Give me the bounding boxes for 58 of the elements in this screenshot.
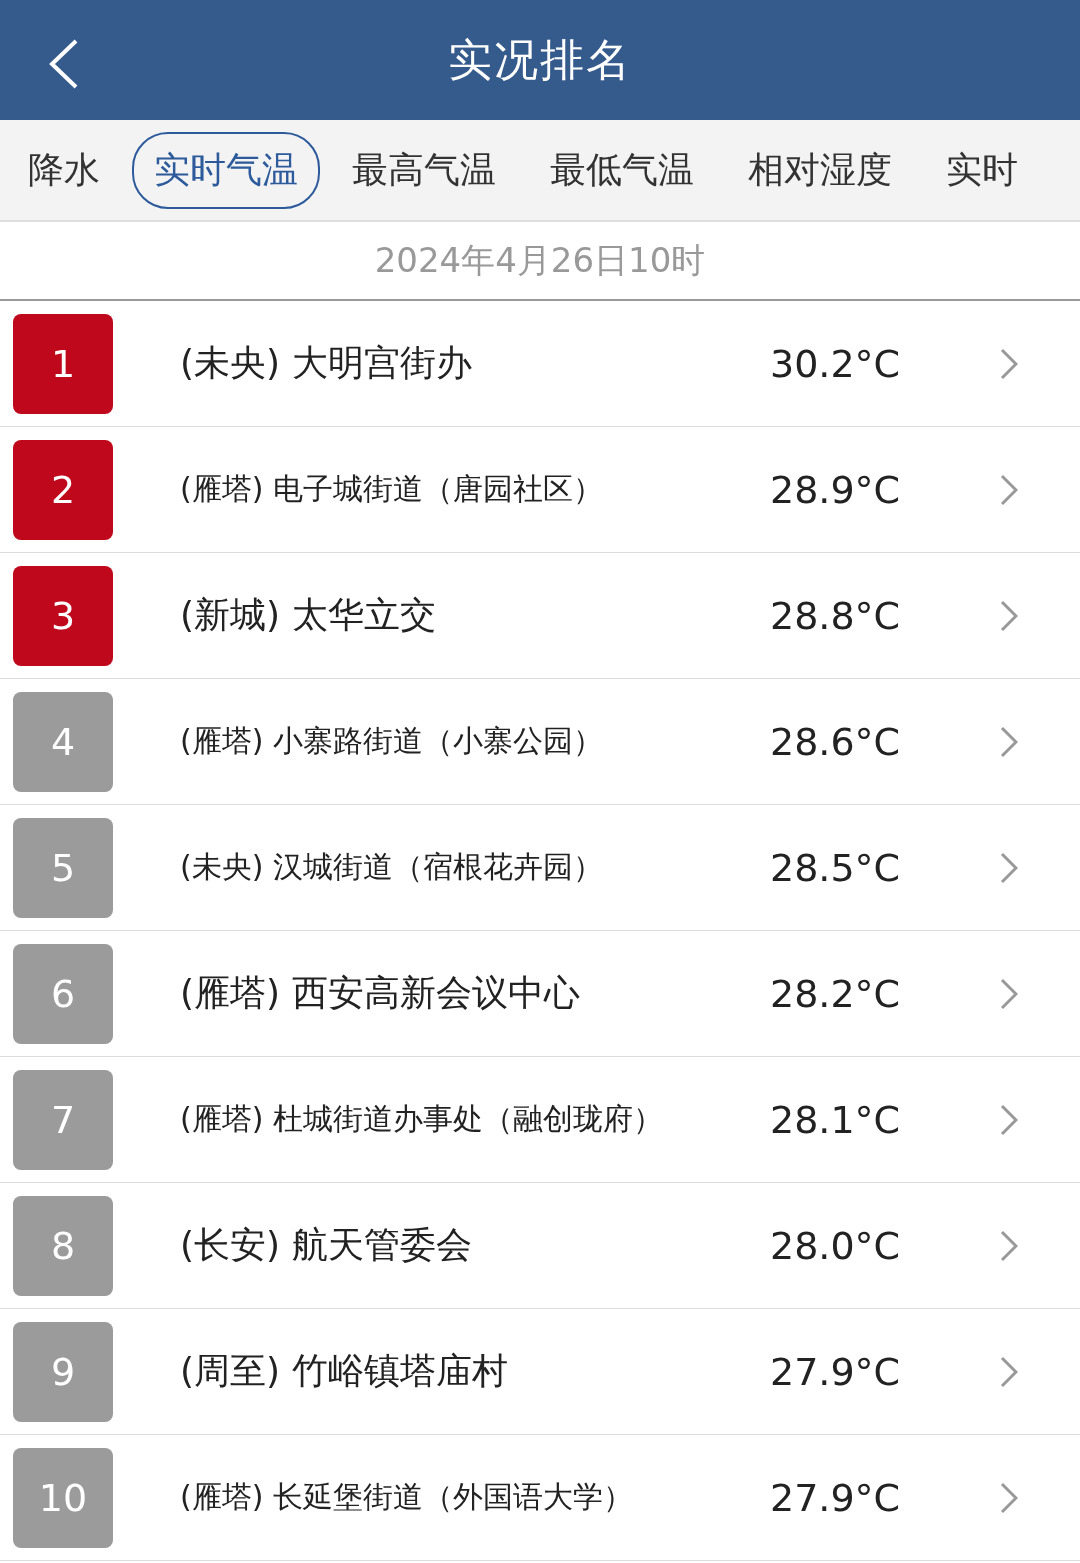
tab[interactable]: 最低气温 <box>528 131 716 209</box>
station-name: (雁塔) 长延堡街道（外国语大学） <box>180 1478 634 1516</box>
tab[interactable]: 最高气温 <box>330 131 518 209</box>
chevron-right-icon <box>1000 599 1018 632</box>
temperature-value: 28.8°C <box>770 593 902 638</box>
page-title: 实况排名 <box>448 32 632 87</box>
tab[interactable]: 实时气温 <box>132 131 320 209</box>
tab[interactable]: 相对湿度 <box>726 131 914 209</box>
ranking-row[interactable]: 3 (新城) 太华立交 28.8°C <box>0 553 1080 679</box>
ranking-row[interactable]: 2 (雁塔) 电子城街道（唐园社区） 28.9°C <box>0 427 1080 553</box>
rank-badge: 10 <box>13 1447 113 1548</box>
temperature-value: 27.9°C <box>770 1349 902 1394</box>
ranking-row[interactable]: 6 (雁塔) 西安高新会议中心 28.2°C <box>0 931 1080 1057</box>
ranking-row[interactable]: 9 (周至) 竹峪镇塔庙村 27.9°C <box>0 1309 1080 1435</box>
date-label: 2024年4月26日10时 <box>374 238 706 282</box>
chevron-right-icon <box>1000 1481 1018 1514</box>
rank-badge: 9 <box>13 1321 113 1422</box>
rank-badge: 1 <box>13 313 113 414</box>
station-name: (雁塔) 西安高新会议中心 <box>180 971 581 1015</box>
temperature-value: 30.2°C <box>770 341 902 386</box>
chevron-right-icon <box>1000 473 1018 506</box>
chevron-right-icon <box>1000 977 1018 1010</box>
temperature-value: 27.9°C <box>770 1475 902 1520</box>
temperature-value: 28.5°C <box>770 845 902 890</box>
station-name: (未央) 汉城街道（宿根花卉园） <box>180 848 604 886</box>
ranking-row[interactable]: 4 (雁塔) 小寨路街道（小寨公园） 28.6°C <box>0 679 1080 805</box>
chevron-right-icon <box>1000 1229 1018 1262</box>
temperature-value: 28.1°C <box>770 1097 902 1142</box>
rank-badge: 6 <box>13 943 113 1044</box>
chevron-right-icon <box>1000 851 1018 884</box>
ranking-row[interactable]: 10 (雁塔) 长延堡街道（外国语大学） 27.9°C <box>0 1435 1080 1561</box>
rank-badge: 3 <box>13 565 113 666</box>
rank-badge: 8 <box>13 1195 113 1296</box>
station-name: (周至) 竹峪镇塔庙村 <box>180 1349 509 1393</box>
chevron-right-icon <box>1000 725 1018 758</box>
tab[interactable]: 实时 <box>924 131 1040 209</box>
ranking-row[interactable]: 8 (长安) 航天管委会 28.0°C <box>0 1183 1080 1309</box>
tab[interactable]: 降水 <box>6 131 122 209</box>
station-name: (雁塔) 小寨路街道（小寨公园） <box>180 722 604 760</box>
rank-badge: 2 <box>13 439 113 540</box>
chevron-right-icon <box>1000 1103 1018 1136</box>
temperature-value: 28.6°C <box>770 719 902 764</box>
ranking-row[interactable]: 7 (雁塔) 杜城街道办事处（融创珑府） 28.1°C <box>0 1057 1080 1183</box>
ranking-row[interactable]: 1 (未央) 大明宫街办 30.2°C <box>0 301 1080 427</box>
station-name: (雁塔) 电子城街道（唐园社区） <box>180 470 604 508</box>
station-name: (雁塔) 杜城街道办事处（融创珑府） <box>180 1100 664 1138</box>
ranking-row[interactable]: 5 (未央) 汉城街道（宿根花卉园） 28.5°C <box>0 805 1080 931</box>
chevron-right-icon <box>1000 347 1018 380</box>
rank-badge: 4 <box>13 691 113 792</box>
temperature-value: 28.0°C <box>770 1223 902 1268</box>
rank-badge: 7 <box>13 1069 113 1170</box>
temperature-value: 28.9°C <box>770 467 902 512</box>
station-name: (新城) 太华立交 <box>180 593 437 637</box>
temperature-value: 28.2°C <box>770 971 902 1016</box>
station-name: (未央) 大明宫街办 <box>180 341 473 385</box>
station-name: (长安) 航天管委会 <box>180 1223 473 1267</box>
chevron-right-icon <box>1000 1355 1018 1388</box>
rank-badge: 5 <box>13 817 113 918</box>
